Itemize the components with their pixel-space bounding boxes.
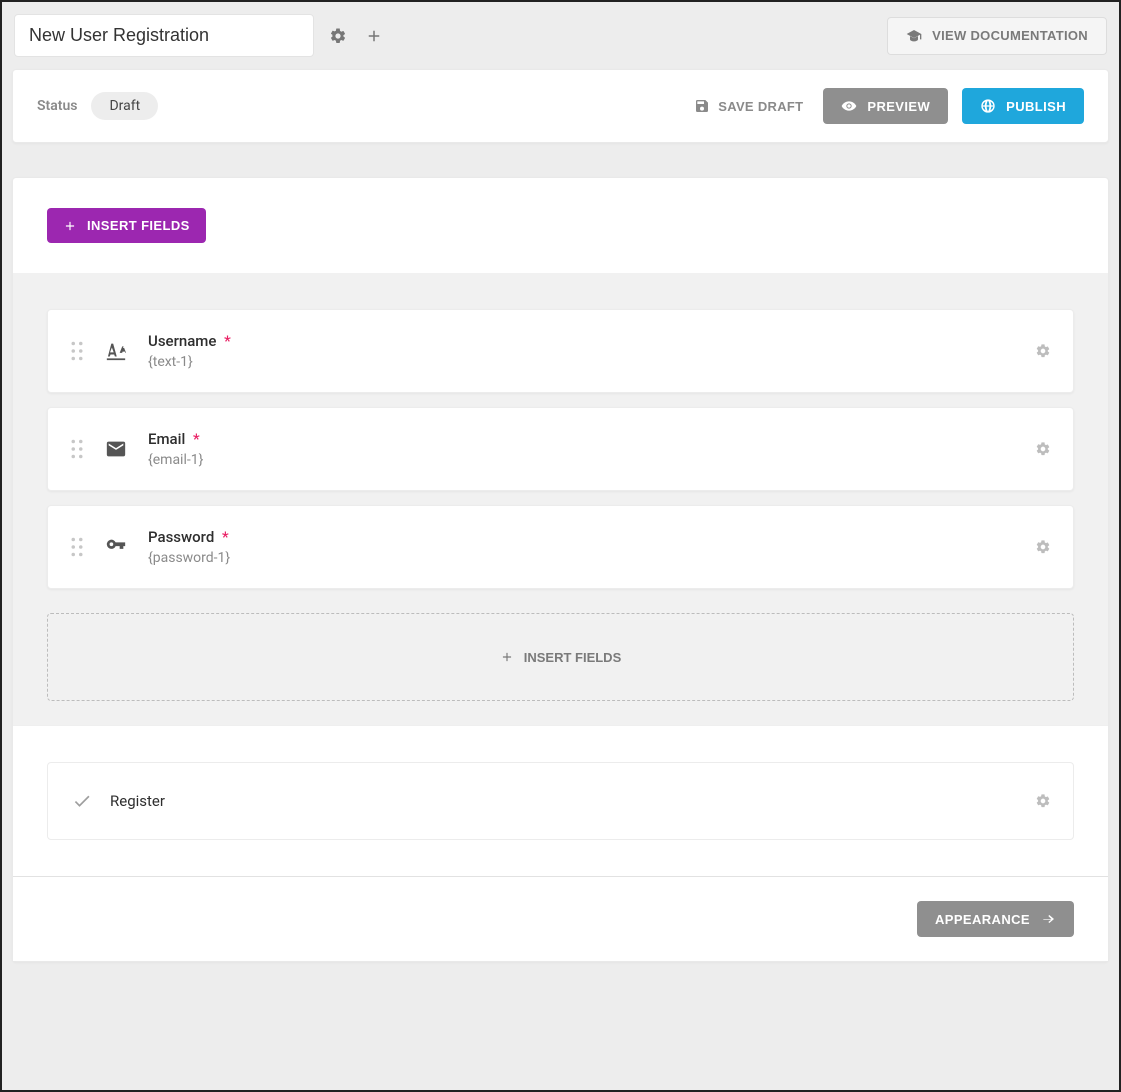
save-icon <box>694 98 710 114</box>
password-field-icon <box>102 536 130 558</box>
field-row[interactable]: Username * {text-1} <box>47 309 1074 393</box>
insert-fields-button[interactable]: INSERT FIELDS <box>47 208 206 243</box>
insert-fields-label: INSERT FIELDS <box>87 218 190 233</box>
field-texts: Username * {text-1} <box>148 332 231 370</box>
preview-label: PREVIEW <box>867 99 930 114</box>
eye-icon <box>841 98 857 114</box>
appearance-label: APPEARANCE <box>935 912 1030 927</box>
publish-label: PUBLISH <box>1006 99 1066 114</box>
submit-zone: Register <box>13 725 1108 876</box>
gear-icon <box>1035 539 1051 555</box>
submit-settings-button[interactable] <box>1035 793 1051 809</box>
email-field-icon <box>102 438 130 460</box>
publish-button[interactable]: PUBLISH <box>962 88 1084 124</box>
insert-fields-dropzone[interactable]: INSERT FIELDS <box>47 613 1074 701</box>
field-slug: {email-1} <box>148 452 203 468</box>
save-draft-label: SAVE DRAFT <box>718 99 803 114</box>
field-slug: {password-1} <box>148 550 230 566</box>
top-bar: VIEW DOCUMENTATION <box>2 2 1119 69</box>
view-documentation-button[interactable]: VIEW DOCUMENTATION <box>887 17 1107 55</box>
insert-fields-drop-label: INSERT FIELDS <box>524 650 622 665</box>
form-builder-card: INSERT FIELDS Username * {text-1} Email * {… <box>12 177 1109 962</box>
gear-icon <box>1035 793 1051 809</box>
gear-icon <box>1035 441 1051 457</box>
drag-handle-icon[interactable] <box>70 341 84 361</box>
field-label: Password * <box>148 528 230 546</box>
submit-label: Register <box>110 792 165 810</box>
status-bar: Status Draft SAVE DRAFT PREVIEW PUBLISH <box>12 69 1109 143</box>
preview-button[interactable]: PREVIEW <box>823 88 948 124</box>
save-draft-button[interactable]: SAVE DRAFT <box>688 90 809 122</box>
add-button[interactable] <box>362 24 386 48</box>
field-settings-button[interactable] <box>1035 441 1051 457</box>
drag-handle-icon[interactable] <box>70 537 84 557</box>
field-settings-button[interactable] <box>1035 539 1051 555</box>
drag-handle-icon[interactable] <box>70 439 84 459</box>
check-icon <box>72 791 92 811</box>
plus-icon <box>500 650 514 664</box>
plus-icon <box>63 219 77 233</box>
globe-icon <box>980 98 996 114</box>
text-field-icon <box>102 340 130 362</box>
field-settings-button[interactable] <box>1035 343 1051 359</box>
status-actions: SAVE DRAFT PREVIEW PUBLISH <box>688 88 1084 124</box>
gear-icon <box>329 27 347 45</box>
submit-row[interactable]: Register <box>47 762 1074 840</box>
settings-button[interactable] <box>326 24 350 48</box>
field-texts: Email * {email-1} <box>148 430 203 468</box>
required-indicator: * <box>193 430 200 448</box>
fields-zone: Username * {text-1} Email * {email-1} Passwo… <box>13 273 1108 725</box>
status-label: Status <box>37 98 77 114</box>
field-texts: Password * {password-1} <box>148 528 230 566</box>
required-indicator: * <box>224 332 231 350</box>
insert-top-wrap: INSERT FIELDS <box>13 178 1108 273</box>
gear-icon <box>1035 343 1051 359</box>
status-pill: Draft <box>91 92 158 120</box>
field-row[interactable]: Password * {password-1} <box>47 505 1074 589</box>
arrow-right-icon <box>1040 911 1056 927</box>
footer-bar: APPEARANCE <box>13 876 1108 961</box>
view-documentation-label: VIEW DOCUMENTATION <box>932 28 1088 43</box>
graduation-cap-icon <box>906 28 922 44</box>
app-root: VIEW DOCUMENTATION Status Draft SAVE DRA… <box>2 2 1119 1090</box>
appearance-button[interactable]: APPEARANCE <box>917 901 1074 937</box>
plus-icon <box>365 27 383 45</box>
field-row[interactable]: Email * {email-1} <box>47 407 1074 491</box>
field-label: Username * <box>148 332 231 350</box>
field-slug: {text-1} <box>148 354 231 370</box>
field-label: Email * <box>148 430 203 448</box>
form-title-input[interactable] <box>14 14 314 57</box>
required-indicator: * <box>222 528 229 546</box>
